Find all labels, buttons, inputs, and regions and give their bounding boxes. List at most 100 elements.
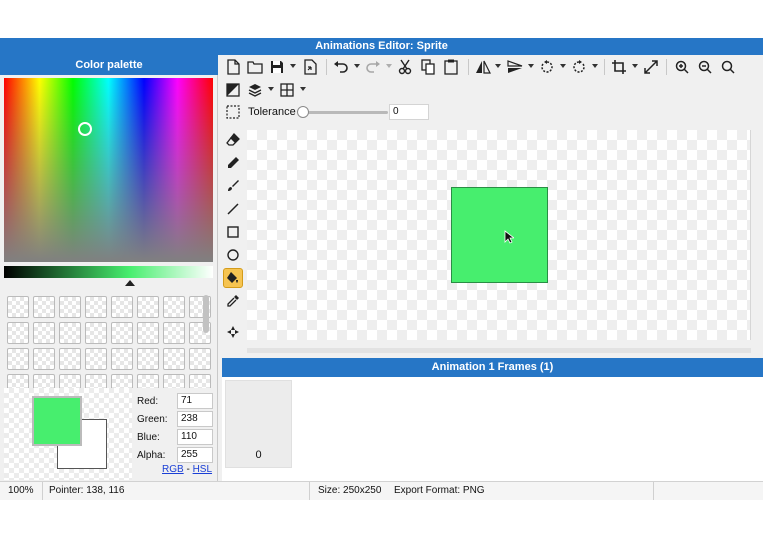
- palette-swatch[interactable]: [7, 374, 29, 388]
- rotate-left-dropdown-caret[interactable]: [560, 64, 566, 68]
- palette-swatch[interactable]: [163, 374, 185, 388]
- palette-swatch[interactable]: [33, 296, 55, 318]
- palette-swatch[interactable]: [59, 322, 81, 344]
- zoom-out-icon[interactable]: [696, 58, 714, 76]
- rotate-right-dropdown-caret[interactable]: [592, 64, 598, 68]
- color-spectrum[interactable]: [4, 78, 213, 262]
- palette-swatch[interactable]: [189, 348, 211, 370]
- grid-dropdown-caret[interactable]: [300, 87, 306, 91]
- pencil-icon[interactable]: [223, 153, 243, 173]
- hsl-mode-link[interactable]: HSL: [193, 464, 212, 475]
- eyedropper-icon[interactable]: [223, 291, 243, 311]
- undo-dropdown-caret[interactable]: [354, 64, 360, 68]
- palette-swatch[interactable]: [7, 348, 29, 370]
- palette-swatch[interactable]: [137, 322, 159, 344]
- pointer-position: Pointer: 138, 116: [43, 482, 310, 500]
- green-input[interactable]: 238: [177, 411, 213, 427]
- palette-swatch[interactable]: [111, 348, 133, 370]
- flip-vertical-icon[interactable]: [506, 58, 524, 76]
- color-mode-links: RGB - HSL: [162, 464, 212, 475]
- green-label: Green:: [137, 414, 168, 425]
- flip-vertical-dropdown-caret[interactable]: [528, 64, 534, 68]
- palette-swatch[interactable]: [137, 296, 159, 318]
- open-folder-icon[interactable]: [246, 58, 264, 76]
- line-icon[interactable]: [223, 199, 243, 219]
- grid-icon[interactable]: [278, 81, 296, 99]
- palette-swatch[interactable]: [137, 374, 159, 388]
- primary-color-swatch[interactable]: [32, 396, 82, 446]
- copy-icon[interactable]: [419, 58, 437, 76]
- palette-swatch[interactable]: [85, 322, 107, 344]
- undo-icon[interactable]: [332, 58, 350, 76]
- palette-swatch[interactable]: [7, 296, 29, 318]
- palette-swatch[interactable]: [33, 322, 55, 344]
- palette-swatch[interactable]: [85, 348, 107, 370]
- swatch-scrollbar[interactable]: [203, 295, 209, 333]
- palette-swatch[interactable]: [33, 374, 55, 388]
- tolerance-value-input[interactable]: 0: [389, 104, 429, 120]
- palette-swatch[interactable]: [111, 374, 133, 388]
- palette-swatch[interactable]: [189, 374, 211, 388]
- palette-swatch[interactable]: [33, 348, 55, 370]
- palette-swatch[interactable]: [111, 322, 133, 344]
- palette-swatch[interactable]: [85, 296, 107, 318]
- redo-dropdown-caret[interactable]: [386, 64, 392, 68]
- selection-icon[interactable]: [224, 103, 242, 121]
- export-file-icon[interactable]: [301, 58, 319, 76]
- move-icon[interactable]: [223, 322, 243, 342]
- new-file-icon[interactable]: [224, 58, 242, 76]
- palette-swatch[interactable]: [163, 348, 185, 370]
- resize-icon[interactable]: [642, 58, 660, 76]
- export-format: Export Format: PNG: [388, 482, 654, 500]
- palette-swatch[interactable]: [7, 322, 29, 344]
- save-dropdown-caret[interactable]: [290, 64, 296, 68]
- palette-header: Color palette: [0, 55, 218, 75]
- flip-dropdown-caret[interactable]: [495, 64, 501, 68]
- palette-swatch[interactable]: [111, 296, 133, 318]
- blue-input[interactable]: 110: [177, 429, 213, 445]
- eraser-icon[interactable]: [223, 130, 243, 150]
- crop-dropdown-caret[interactable]: [632, 64, 638, 68]
- palette-swatch[interactable]: [85, 374, 107, 388]
- palette-swatch[interactable]: [59, 374, 81, 388]
- rgb-mode-link[interactable]: RGB: [162, 464, 184, 475]
- rectangle-icon[interactable]: [223, 222, 243, 242]
- save-icon[interactable]: [268, 58, 286, 76]
- spectrum-cursor[interactable]: [78, 122, 92, 136]
- palette-swatch[interactable]: [59, 348, 81, 370]
- tolerance-slider-thumb[interactable]: [297, 106, 309, 118]
- zoom-actual-icon[interactable]: [719, 58, 737, 76]
- secondary-toolbar: [222, 79, 763, 101]
- color-preview: [4, 388, 132, 480]
- sprite-image[interactable]: [451, 187, 548, 283]
- zoom-in-icon[interactable]: [673, 58, 691, 76]
- crop-icon[interactable]: [610, 58, 628, 76]
- drawing-canvas[interactable]: [247, 130, 751, 340]
- cut-icon[interactable]: [396, 58, 414, 76]
- color-swap-icon[interactable]: [224, 81, 242, 99]
- palette-swatch[interactable]: [163, 322, 185, 344]
- ellipse-icon[interactable]: [223, 245, 243, 265]
- tolerance-slider[interactable]: [302, 111, 388, 114]
- layers-dropdown-caret[interactable]: [268, 87, 274, 91]
- toolbar-separator: [666, 59, 667, 75]
- rotate-right-icon[interactable]: [570, 58, 588, 76]
- palette-swatch[interactable]: [163, 296, 185, 318]
- canvas-scrollbar[interactable]: [247, 348, 751, 353]
- rotate-left-icon[interactable]: [538, 58, 556, 76]
- luminance-bar[interactable]: [4, 266, 213, 278]
- luminance-marker[interactable]: [125, 280, 135, 286]
- tolerance-label: Tolerance: [248, 106, 296, 118]
- palette-swatch[interactable]: [59, 296, 81, 318]
- red-input[interactable]: 71: [177, 393, 213, 409]
- fill-bucket-icon[interactable]: [223, 268, 243, 288]
- brush-icon[interactable]: [223, 176, 243, 196]
- mode-separator: -: [186, 464, 190, 475]
- paste-icon[interactable]: [442, 58, 460, 76]
- layers-icon[interactable]: [246, 81, 264, 99]
- flip-horizontal-icon[interactable]: [474, 58, 492, 76]
- palette-swatch[interactable]: [137, 348, 159, 370]
- alpha-input[interactable]: 255: [177, 447, 213, 463]
- redo-icon[interactable]: [364, 58, 382, 76]
- frame-thumbnail[interactable]: 0: [225, 380, 292, 468]
